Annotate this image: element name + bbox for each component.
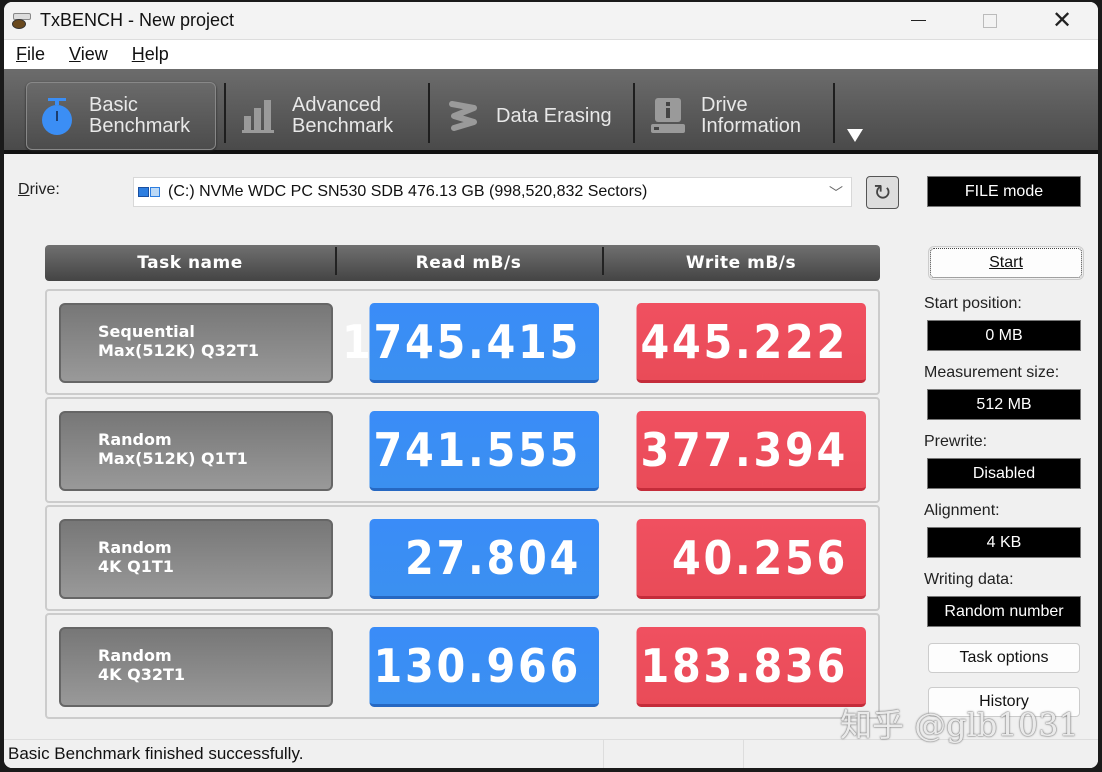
drive-info-icon <box>649 96 689 136</box>
minimize-button[interactable] <box>882 2 954 39</box>
write-value: 377.394 <box>636 411 866 491</box>
task-random-4k-q1t1-button[interactable]: Random 4K Q1T1 <box>59 519 333 599</box>
close-icon: ✕ <box>1051 7 1073 34</box>
table-row: Random 4K Q32T1 130.966 183.836 <box>45 613 880 719</box>
task-line1: Random <box>98 646 172 665</box>
read-value: 27.804 <box>369 519 599 599</box>
menu-bar: File View Help <box>4 39 1098 69</box>
app-window: TxBENCH - New project ✕ File View Help B… <box>4 2 1098 768</box>
window-title: TxBENCH - New project <box>40 10 235 30</box>
start-button-label: Start <box>989 254 1023 271</box>
start-button[interactable]: Start <box>928 246 1084 280</box>
menu-view-mnemonic: V <box>69 44 81 64</box>
write-value: 445.222 <box>636 303 866 383</box>
task-options-button[interactable]: Task options <box>928 643 1080 673</box>
prewrite-value: Disabled <box>927 458 1081 489</box>
task-line1: Random <box>98 430 172 449</box>
task-line2: Max(512K) Q1T1 <box>98 449 248 468</box>
menu-view[interactable]: View <box>69 44 108 65</box>
title-bar: TxBENCH - New project ✕ <box>4 2 1098 39</box>
app-icon <box>10 12 32 30</box>
refresh-button[interactable]: ↻ <box>866 176 899 209</box>
close-button[interactable]: ✕ <box>1026 2 1098 39</box>
menu-view-label: iew <box>80 44 108 64</box>
menu-help-mnemonic: H <box>131 44 145 64</box>
task-random-q1t1-button[interactable]: Random Max(512K) Q1T1 <box>59 411 333 491</box>
start-position-label: Start position: <box>924 295 1022 312</box>
toolbar-divider <box>833 83 835 143</box>
toolbar: Basic Benchmark Advanced Benchmark Data Er… <box>4 69 1098 154</box>
tab-basic-line2: Benchmark <box>89 115 191 137</box>
prewrite-label: Prewrite: <box>924 433 988 450</box>
measurement-size-label: Measurement size: <box>924 364 1060 381</box>
main-content: Drive: (C:) NVMe WDC PC SN530 SDB 476.13… <box>4 159 1098 739</box>
dropdown-triangle-icon[interactable] <box>847 129 863 142</box>
watermark: 知乎 @glb1031 <box>840 706 1079 744</box>
measurement-size-value: 512 MB <box>927 389 1081 420</box>
drive-selected-value: (C:) NVMe WDC PC SN530 SDB 476.13 GB (99… <box>168 183 648 200</box>
mode-indicator: FILE mode <box>927 176 1081 207</box>
task-sequential-q32t1-button[interactable]: Sequential Max(512K) Q32T1 <box>59 303 333 383</box>
tab-data-erasing[interactable]: Data Erasing <box>434 82 630 150</box>
tab-drive-information[interactable]: Drive Information <box>639 82 835 150</box>
tab-erasing-label: Data Erasing <box>496 104 612 127</box>
toolbar-divider <box>633 83 635 143</box>
tab-drive-line1: Drive <box>701 94 748 116</box>
table-row: Random 4K Q1T1 27.804 40.256 <box>45 505 880 611</box>
task-line2: 4K Q1T1 <box>98 557 174 576</box>
toolbar-divider <box>224 83 226 143</box>
tab-advanced-line2: Benchmark <box>292 115 394 137</box>
read-value: 1745.415 <box>342 303 599 383</box>
task-line1: Sequential <box>98 322 195 341</box>
writing-data-value: Random number <box>927 596 1081 627</box>
bar-chart-icon <box>240 96 280 136</box>
table-row: Sequential Max(512K) Q32T1 1745.415 445.2… <box>45 289 880 395</box>
minimize-icon <box>910 20 926 21</box>
menu-help[interactable]: Help <box>132 44 169 65</box>
maximize-button[interactable] <box>954 2 1026 39</box>
read-value: 741.555 <box>369 411 599 491</box>
alignment-value: 4 KB <box>927 527 1081 558</box>
menu-help-label: elp <box>144 44 169 64</box>
start-position-value: 0 MB <box>927 320 1081 351</box>
drive-select[interactable]: (C:) NVMe WDC PC SN530 SDB 476.13 GB (99… <box>133 177 852 207</box>
header-task-name: Task name <box>137 253 243 273</box>
start-button-wrap: Start <box>924 246 1084 280</box>
alignment-label: Alignment: <box>924 502 1000 519</box>
table-row: Random Max(512K) Q1T1 741.555 377.394 <box>45 397 880 503</box>
tab-basic-line1: Basic <box>89 94 138 116</box>
task-random-4k-q32t1-button[interactable]: Random 4K Q32T1 <box>59 627 333 707</box>
header-write: Write mB/s <box>602 247 880 275</box>
menu-file-mnemonic: F <box>16 44 27 64</box>
tab-drive-line2: Information <box>701 115 802 137</box>
tab-advanced-line1: Advanced <box>292 94 381 116</box>
eraser-icon <box>444 96 484 136</box>
table-header: Task name Read mB/s Write mB/s <box>45 245 880 281</box>
status-segment <box>604 740 744 768</box>
tab-advanced-benchmark[interactable]: Advanced Benchmark <box>230 82 426 150</box>
writing-data-label: Writing data: <box>924 571 1014 588</box>
status-message: Basic Benchmark finished successfully. <box>4 740 604 768</box>
stopwatch-icon <box>37 96 77 136</box>
header-read: Read mB/s <box>335 247 602 275</box>
maximize-icon <box>983 13 997 28</box>
refresh-icon: ↻ <box>873 179 892 205</box>
task-line2: Max(512K) Q32T1 <box>98 341 259 360</box>
task-line1: Random <box>98 538 172 557</box>
task-line2: 4K Q32T1 <box>98 665 186 684</box>
tab-basic-benchmark[interactable]: Basic Benchmark <box>26 82 216 150</box>
menu-file-label: ile <box>27 44 46 64</box>
drive-label: Drive: <box>18 181 60 198</box>
write-value: 40.256 <box>636 519 866 599</box>
drive-icon <box>138 183 162 201</box>
toolbar-divider <box>428 83 430 143</box>
read-value: 130.966 <box>369 627 599 707</box>
write-value: 183.836 <box>636 627 866 707</box>
chevron-down-icon: ﹀ <box>829 185 843 201</box>
menu-file[interactable]: File <box>16 44 45 65</box>
